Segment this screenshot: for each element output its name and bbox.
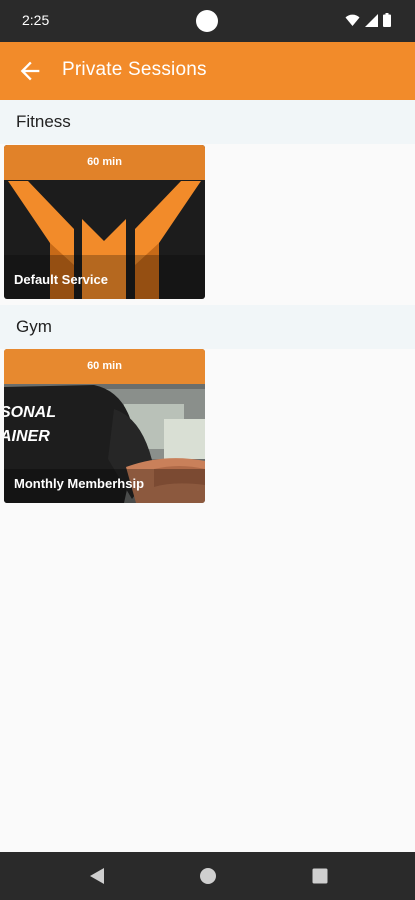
wifi-icon xyxy=(345,14,360,26)
system-nav-bar xyxy=(0,852,415,900)
section-header-gym: Gym xyxy=(0,305,415,349)
nav-home-button[interactable] xyxy=(198,866,218,891)
page-title: Private Sessions xyxy=(62,59,207,80)
card-duration: 60 min xyxy=(4,145,205,180)
back-button[interactable] xyxy=(16,57,44,85)
nav-recents-button[interactable] xyxy=(311,866,329,891)
main-content: Fitness 60 min Default Service Gym SONAL… xyxy=(0,100,415,852)
card-title: Default Service xyxy=(14,272,108,287)
app-bar: Private Sessions xyxy=(0,42,415,100)
service-card-default-service[interactable]: 60 min Default Service xyxy=(4,145,205,299)
signal-icon xyxy=(365,13,378,27)
nav-back-icon xyxy=(90,868,104,884)
nav-recents-icon xyxy=(312,868,328,884)
battery-icon xyxy=(383,13,391,27)
card-title: Monthly Memberhsip xyxy=(14,476,145,491)
shirt-print-line-2: AINER xyxy=(4,428,50,445)
nav-home-icon xyxy=(200,868,216,884)
card-duration: 60 min xyxy=(4,349,205,384)
service-card-monthly-membership[interactable]: SONAL AINER 60 min Monthly Memberhsip xyxy=(4,349,205,503)
back-arrow-icon xyxy=(20,61,40,81)
status-bar: 2:25 xyxy=(0,0,415,42)
section-header-fitness: Fitness xyxy=(0,100,415,144)
shirt-print-line-1: SONAL xyxy=(4,404,56,421)
status-time: 2:25 xyxy=(22,12,50,28)
status-icons xyxy=(345,13,391,27)
nav-back-button[interactable] xyxy=(88,866,106,891)
camera-cutout xyxy=(196,10,218,32)
